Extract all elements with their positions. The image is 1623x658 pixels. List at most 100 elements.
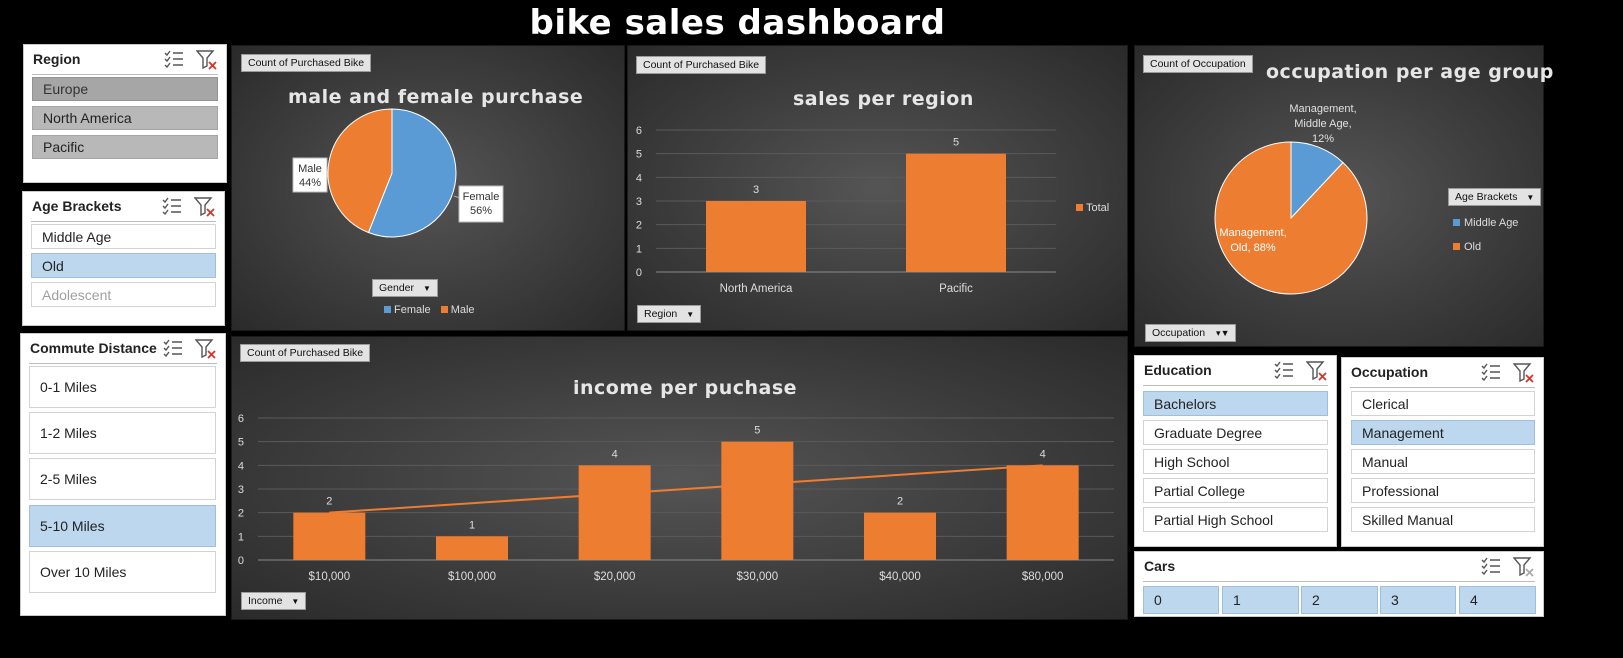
- clear-filter-icon[interactable]: [196, 50, 218, 70]
- commute-item-over-10-miles[interactable]: Over 10 Miles: [29, 551, 216, 593]
- multi-select-icon[interactable]: [162, 197, 182, 217]
- dashboard-title: bike sales dashboard: [529, 3, 946, 43]
- region-bar-chart: 0 1 2 3 4 5 6 3 North America 5 Pacific: [636, 125, 1056, 295]
- age-brackets-legend-field-button[interactable]: Age Brackets ▼: [1448, 188, 1542, 206]
- region-y-tick-label: 6: [636, 125, 642, 137]
- education-item-partial-college[interactable]: Partial College: [1143, 478, 1328, 503]
- middle-age-data-label-0: Management,: [1289, 103, 1356, 115]
- age-item-adolescent[interactable]: Adolescent: [31, 282, 216, 307]
- region-axis-field-button[interactable]: Region ▼: [637, 305, 702, 323]
- cars-item-4[interactable]: 4: [1459, 586, 1536, 614]
- income-x-tick-label: $100,000: [448, 571, 496, 583]
- income-y-tick-label: 0: [238, 555, 244, 567]
- income-bar-chart: 0 1 2 3 4 5 6 2 $10,000 1 $100,000 4 $20,000 5 $30,000…: [238, 413, 1114, 583]
- occupation-slice-old[interactable]: [1214, 141, 1368, 295]
- multi-select-icon[interactable]: [164, 50, 184, 70]
- multi-select-icon[interactable]: [163, 339, 183, 359]
- income-x-tick-label: $20,000: [594, 571, 636, 583]
- gender-axis-field-button[interactable]: Gender ▼: [372, 279, 438, 297]
- cars-item-0[interactable]: 0: [1143, 586, 1219, 614]
- occupation-slicer-header: Occupation: [1342, 358, 1543, 388]
- age-brackets-slicer: Age Brackets Middle Age Old Adolescent: [22, 191, 225, 326]
- region-y-tick-label: 4: [636, 172, 642, 184]
- cars-item-3[interactable]: 3: [1380, 586, 1456, 614]
- income-data-label: 5: [754, 425, 760, 437]
- region-y-tick-label: 0: [636, 267, 642, 279]
- education-item-bachelors[interactable]: Bachelors: [1143, 391, 1328, 416]
- region-item-pacific[interactable]: Pacific: [32, 135, 218, 159]
- income-x-tick-label: $10,000: [309, 571, 351, 583]
- income-y-tick-label: 4: [238, 460, 244, 472]
- commute-item-1-2-miles[interactable]: 1-2 Miles: [29, 412, 216, 454]
- education-item-partial-high-school[interactable]: Partial High School: [1143, 507, 1328, 532]
- education-item-high-school[interactable]: High School: [1143, 449, 1328, 474]
- income-bar-80-000[interactable]: [1006, 465, 1079, 560]
- female-data-label-text-0: Female: [463, 191, 500, 203]
- dropdown-arrow-icon: ▼: [291, 597, 300, 606]
- education-slicer-title: Education: [1144, 362, 1212, 378]
- income-x-tick-label: $40,000: [879, 571, 921, 583]
- cars-slicer-title: Cars: [1144, 558, 1176, 574]
- occupation-item-clerical[interactable]: Clerical: [1351, 391, 1535, 416]
- region-data-label: 5: [953, 137, 959, 149]
- region-bar-north-america[interactable]: [706, 201, 806, 272]
- income-data-label: 4: [1040, 448, 1046, 460]
- income-y-tick-label: 1: [238, 531, 244, 543]
- income-bar-40-000[interactable]: [864, 512, 936, 560]
- income-bar-10-000[interactable]: [293, 512, 366, 560]
- occupation-item-professional[interactable]: Professional: [1351, 478, 1535, 503]
- multi-select-icon[interactable]: [1274, 361, 1294, 381]
- female-data-label-text-1: 56%: [470, 205, 492, 217]
- legend-swatch-icon: [384, 306, 391, 313]
- region-item-europe[interactable]: Europe: [32, 77, 218, 101]
- commute-item-2-5-miles[interactable]: 2-5 Miles: [29, 458, 216, 500]
- gender-chart-panel: Count of Purchased Bike male and female …: [231, 45, 625, 331]
- clear-filter-icon[interactable]: [1306, 361, 1328, 381]
- cars-item-2[interactable]: 2: [1301, 586, 1378, 614]
- income-chart-panel: Count of Purchased Bike income per pucha…: [231, 336, 1128, 620]
- gender-legend-female: Female: [384, 304, 431, 316]
- income-data-label: 2: [897, 496, 903, 508]
- age-item-old[interactable]: Old: [31, 253, 216, 278]
- education-slicer: Education Bachelors Graduate Degree High…: [1134, 355, 1337, 547]
- clear-filter-icon[interactable]: [194, 197, 216, 217]
- age-item-middle-age[interactable]: Middle Age: [31, 224, 216, 249]
- occupation-item-skilled-manual[interactable]: Skilled Manual: [1351, 507, 1535, 532]
- region-x-tick-label: North America: [720, 283, 793, 295]
- middle-age-data-label-1: Middle Age,: [1294, 118, 1351, 130]
- commute-item-0-1-miles[interactable]: 0-1 Miles: [29, 366, 216, 408]
- middle-age-data-label-2: 12%: [1312, 133, 1334, 145]
- income-y-tick-label: 5: [238, 437, 244, 449]
- cars-item-1[interactable]: 1: [1222, 586, 1299, 614]
- region-y-tick-label: 3: [636, 196, 642, 208]
- education-slicer-header: Education: [1135, 356, 1336, 386]
- occupation-legend-middle-age: Middle Age: [1453, 211, 1518, 235]
- occupation-axis-field-button[interactable]: Occupation ▾▼: [1145, 324, 1237, 342]
- commute-distance-slicer-header: Commute Distance: [21, 334, 225, 364]
- clear-filter-icon[interactable]: [195, 339, 217, 359]
- commute-item-5-10-miles[interactable]: 5-10 Miles: [29, 505, 216, 547]
- region-item-north-america[interactable]: North America: [32, 106, 218, 130]
- clear-filter-icon[interactable]: [1513, 363, 1535, 383]
- region-legend: Total: [1076, 202, 1109, 214]
- income-bar-20-000[interactable]: [578, 465, 651, 560]
- male-data-label-text-0: Male: [298, 163, 322, 175]
- old-data-label-1: Old, 88%: [1230, 242, 1275, 254]
- dropdown-arrow-icon: ▼: [686, 310, 695, 319]
- income-bar-30-000[interactable]: [721, 441, 794, 560]
- occupation-item-manual[interactable]: Manual: [1351, 449, 1535, 474]
- income-x-tick-label: $80,000: [1022, 571, 1064, 583]
- income-axis-field-button[interactable]: Income ▼: [241, 592, 307, 610]
- clear-filter-icon[interactable]: [1513, 557, 1535, 577]
- education-item-graduate-degree[interactable]: Graduate Degree: [1143, 420, 1328, 445]
- region-bar-pacific[interactable]: [906, 153, 1006, 272]
- multi-select-icon[interactable]: [1481, 363, 1501, 383]
- multi-select-icon[interactable]: [1481, 557, 1501, 577]
- legend-swatch-icon: [440, 306, 448, 313]
- gender-legend-male: Male: [440, 304, 475, 316]
- income-bar-100-000[interactable]: [436, 536, 508, 560]
- occupation-item-management[interactable]: Management: [1351, 420, 1535, 445]
- old-data-label-0: Management,: [1219, 227, 1286, 239]
- occupation-slicer: Occupation Clerical Management Manual Pr…: [1341, 357, 1544, 547]
- income-data-label: 2: [326, 496, 332, 508]
